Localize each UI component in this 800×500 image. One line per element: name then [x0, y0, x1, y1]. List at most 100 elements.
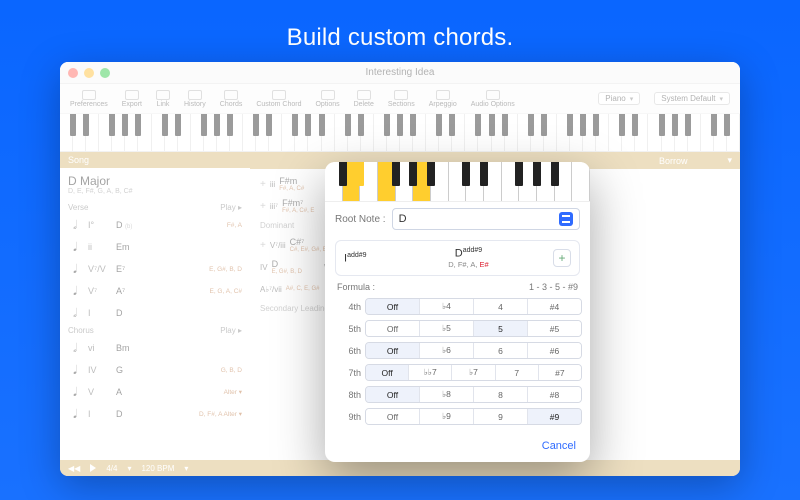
root-note-select[interactable]: D [392, 208, 580, 230]
chord-suggestion[interactable]: +iiiF#mF#, A, C# [254, 174, 310, 194]
interval-option[interactable]: #7 [539, 365, 581, 380]
interval-option[interactable]: #5 [528, 321, 581, 336]
plus-icon[interactable]: + [260, 179, 266, 190]
toolbar-link[interactable]: Link [156, 90, 170, 108]
interval-segmented-control[interactable]: Off♭♭7♭77#7 [365, 364, 582, 381]
interval-option[interactable]: ♭7 [452, 365, 495, 380]
formula-value: 1 - 3 - 5 - #9 [529, 282, 578, 292]
interval-row-7th: 7th Off♭♭7♭77#7 [333, 362, 582, 384]
play-icon[interactable] [90, 464, 96, 472]
progression-row[interactable]: 𝅘𝅥ID D, F#, A Alter ▾ [60, 403, 250, 425]
toolbar-preferences[interactable]: Preferences [70, 90, 108, 108]
progression-row[interactable]: 𝅘𝅥IVG G, B, D [60, 359, 250, 381]
section-chorus[interactable]: ChorusPlay ▸ [60, 324, 250, 337]
interval-segmented-control[interactable]: Off♭44#4 [365, 298, 582, 315]
interval-row-9th: 9th Off♭99#9 [333, 406, 582, 428]
progression-row[interactable]: 𝅗𝅥I°D (b)F#, A [60, 214, 250, 236]
interval-option[interactable]: ♭9 [420, 409, 474, 424]
titlebar: Interesting Idea [60, 62, 740, 84]
interval-option[interactable]: Off [366, 409, 420, 424]
chord-roman-symbol: Iadd#9 [344, 252, 384, 265]
chord-preview-card: Iadd#9 Dadd#9 D, F#, A, E# + [335, 240, 580, 276]
progression-row[interactable]: 𝅘𝅥V⁷A⁷ E, G, A, C# [60, 280, 250, 302]
interval-option[interactable]: Off [366, 365, 409, 380]
chord-suggestion[interactable]: A♭⁷/viiA#, C, E, G# [254, 283, 325, 296]
interval-option[interactable]: 6 [474, 343, 528, 358]
interval-option[interactable]: #9 [528, 409, 581, 424]
plus-icon[interactable]: + [260, 201, 266, 212]
timesig[interactable]: 4/4 [106, 464, 117, 473]
interval-row-4th: 4th Off♭44#4 [333, 296, 582, 318]
interval-option[interactable]: ♭5 [420, 321, 474, 336]
interval-option[interactable]: #6 [528, 343, 581, 358]
interval-option[interactable]: ♭6 [420, 343, 474, 358]
tempo[interactable]: 120 BPM [141, 464, 174, 473]
interval-label: 7th [333, 368, 361, 378]
progression-row[interactable]: 𝅗𝅥viBm [60, 337, 250, 359]
note-icon: 𝅘𝅥 [68, 262, 82, 277]
interval-option[interactable]: #4 [528, 299, 581, 314]
note-icon: 𝅗𝅥 [68, 341, 82, 356]
modal-mini-keyboard[interactable] [325, 162, 590, 202]
section-verse[interactable]: VersePlay ▸ [60, 201, 250, 214]
interval-option[interactable]: 4 [474, 299, 528, 314]
toolbar-chords[interactable]: Chords [220, 90, 243, 108]
chord-suggestion[interactable]: +iii⁷F#m⁷F#, A, C#, E [254, 196, 320, 216]
interval-segmented-control[interactable]: Off♭66#6 [365, 342, 582, 359]
toolbar-delete[interactable]: Delete [354, 90, 374, 108]
note-icon: 𝅗𝅥 [68, 218, 82, 233]
chord-notes: D, F#, A, E# [392, 260, 545, 269]
instrument-select[interactable]: Piano [598, 92, 640, 105]
rewind-icon[interactable]: ◀◀ [68, 464, 80, 473]
interval-label: 9th [333, 412, 361, 422]
note-icon: 𝅘𝅥 [68, 240, 82, 255]
toolbar-options[interactable]: Options [315, 90, 339, 108]
interval-option[interactable]: Off [366, 321, 420, 336]
interval-segmented-control[interactable]: Off♭55#5 [365, 320, 582, 337]
toolbar-custom-chord[interactable]: Custom Chord [256, 90, 301, 108]
formula-label: Formula : [337, 282, 375, 292]
chord-suggestion[interactable]: +V⁷/iiiC#⁷C#, E#, G#, B [254, 235, 333, 255]
tuning-select[interactable]: System Default [654, 92, 730, 105]
interval-label: 4th [333, 302, 361, 312]
column-header-song: Song [60, 152, 250, 168]
progression-row[interactable]: 𝅘𝅥V⁷/VE⁷ E, G#, B, D [60, 258, 250, 280]
interval-option[interactable]: 8 [474, 387, 528, 402]
interval-segmented-control[interactable]: Off♭99#9 [365, 408, 582, 425]
dropdown-icon[interactable] [559, 212, 573, 226]
app-window: Interesting Idea Preferences Export Link Hi… [60, 62, 740, 476]
toolbar-sections[interactable]: Sections [388, 90, 415, 108]
interval-segmented-control[interactable]: Off♭88#8 [365, 386, 582, 403]
toolbar-history[interactable]: History [184, 90, 206, 108]
key-display[interactable]: D Major D, E, F#, G, A, B, C# [60, 168, 250, 201]
interval-option[interactable]: Off [366, 299, 420, 314]
interval-option[interactable]: Off [366, 343, 420, 358]
interval-option[interactable]: ♭♭7 [409, 365, 452, 380]
interval-option[interactable]: 5 [474, 321, 528, 336]
piano-strip[interactable] [60, 114, 740, 152]
progression-row[interactable]: 𝅘𝅥VA Alter ▾ [60, 381, 250, 403]
progression-row[interactable]: 𝅘𝅥iiEm [60, 236, 250, 258]
interval-option[interactable]: ♭8 [420, 387, 474, 402]
page-headline: Build custom chords. [0, 24, 800, 52]
progression-row[interactable]: 𝅗𝅥ID [60, 302, 250, 324]
toolbar-audio-options[interactable]: Audio Options [471, 90, 515, 108]
interval-option[interactable]: 9 [474, 409, 528, 424]
interval-option[interactable]: Off [366, 387, 420, 402]
interval-option[interactable]: ♭4 [420, 299, 474, 314]
plus-icon[interactable]: + [260, 240, 266, 251]
chord-suggestion[interactable]: IVDE, G#, B, D [254, 257, 308, 277]
interval-option[interactable]: #8 [528, 387, 581, 402]
interval-label: 6th [333, 346, 361, 356]
note-icon: 𝅗𝅥 [68, 306, 82, 321]
toolbar: Preferences Export Link History Chords Custom… [60, 84, 740, 114]
note-icon: 𝅘𝅥 [68, 284, 82, 299]
cancel-button[interactable]: Cancel [542, 440, 576, 452]
interval-row-8th: 8thOff♭88#8 [333, 384, 582, 406]
custom-chord-modal: Root Note : D Iadd#9 Dadd#9 D, F#, A, E#… [325, 162, 590, 462]
toolbar-export[interactable]: Export [122, 90, 142, 108]
interval-option[interactable]: 7 [496, 365, 539, 380]
toolbar-arpeggio[interactable]: Arpeggio [429, 90, 457, 108]
transport-bar: ◀◀ 4/4 ▾ 120 BPM ▾ [60, 460, 740, 476]
add-chord-button[interactable]: + [553, 249, 571, 267]
